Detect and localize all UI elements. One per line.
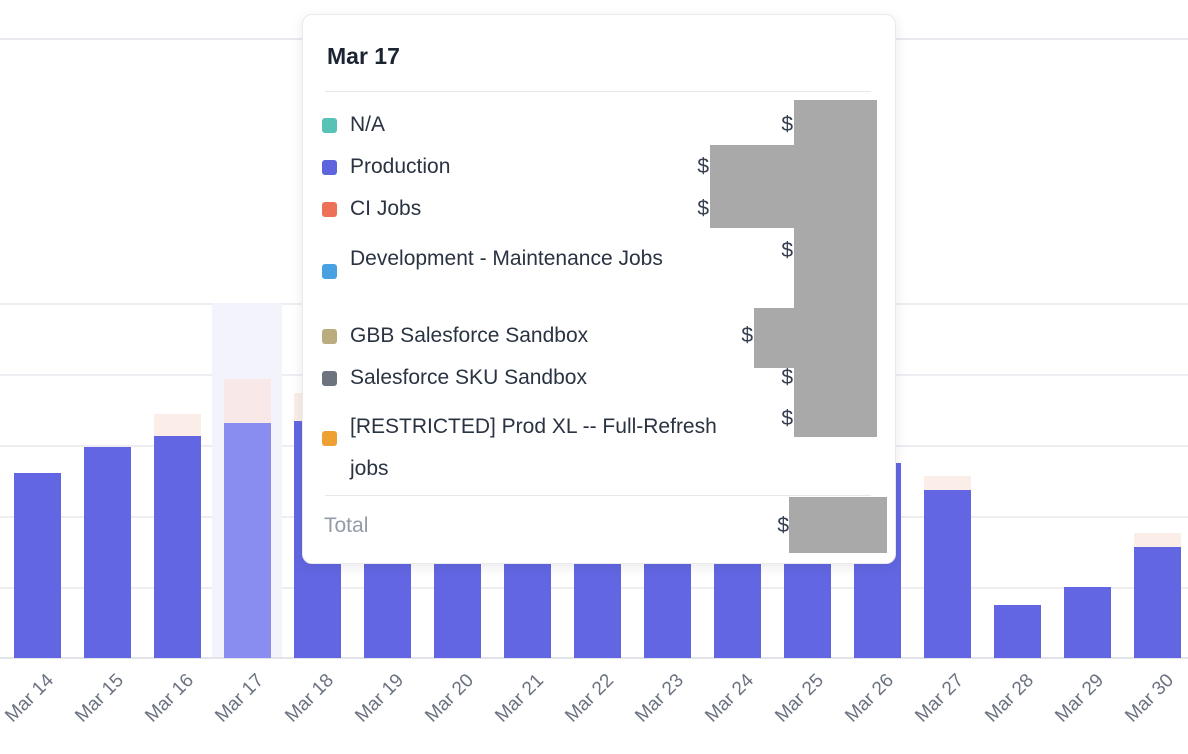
bar-segment-production[interactable] — [1134, 547, 1181, 658]
redacted-value-block — [794, 100, 877, 437]
tooltip-row-label: Development - Maintenance Jobs — [350, 238, 715, 280]
tooltip-row-label: Production — [350, 154, 450, 180]
cost-chart-card: Mar 14Mar 15Mar 16Mar 17Mar 18Mar 19Mar … — [0, 0, 1188, 754]
tooltip-row-value-prefix: $ — [741, 323, 753, 349]
bar-segment-production[interactable] — [924, 490, 971, 658]
x-axis-label: Mar 15 — [72, 670, 129, 727]
legend-swatch — [322, 431, 337, 446]
x-axis-label: Mar 23 — [632, 670, 689, 727]
legend-swatch — [322, 202, 337, 217]
x-axis-label: Mar 21 — [492, 670, 549, 727]
bar-segment-secondary[interactable] — [224, 379, 271, 423]
x-axis-label: Mar 17 — [212, 670, 269, 727]
x-axis-label: Mar 29 — [1052, 670, 1109, 727]
x-axis-label: Mar 27 — [912, 670, 969, 727]
tooltip-divider-total — [325, 495, 871, 496]
legend-swatch — [322, 371, 337, 386]
redacted-value-block — [710, 145, 794, 228]
x-axis-label: Mar 16 — [142, 670, 199, 727]
legend-swatch — [322, 329, 337, 344]
redacted-value-block — [754, 308, 794, 368]
bar-segment-production[interactable] — [84, 447, 131, 658]
bar-segment-production[interactable] — [224, 423, 271, 658]
x-axis-label: Mar 24 — [702, 670, 759, 727]
tooltip-row-label: CI Jobs — [350, 196, 421, 222]
x-axis-label: Mar 19 — [352, 670, 409, 727]
x-axis-label: Mar 22 — [562, 670, 619, 727]
legend-swatch — [322, 264, 337, 279]
x-axis-label: Mar 30 — [1122, 670, 1179, 727]
tooltip-row-label: [RESTRICTED] Prod XL -- Full-Refresh job… — [350, 406, 760, 490]
x-axis-label: Mar 26 — [842, 670, 899, 727]
legend-swatch — [322, 160, 337, 175]
legend-swatch — [322, 118, 337, 133]
bar-segment-production[interactable] — [994, 605, 1041, 658]
x-axis-label: Mar 18 — [282, 670, 339, 727]
tooltip-row-value-prefix: $ — [697, 154, 709, 180]
tooltip-total-label: Total — [324, 513, 368, 539]
bar-segment-production[interactable] — [154, 436, 201, 658]
bar-segment-secondary[interactable] — [1134, 533, 1181, 547]
bar-segment-secondary[interactable] — [154, 414, 201, 436]
tooltip-row-value-prefix: $ — [697, 196, 709, 222]
tooltip-title: Mar 17 — [327, 43, 400, 70]
tooltip-row-label: Salesforce SKU Sandbox — [350, 365, 587, 391]
bar-segment-production[interactable] — [14, 473, 61, 658]
tooltip-row-label: N/A — [350, 112, 385, 138]
tooltip-divider-top — [325, 91, 871, 92]
x-axis-label: Mar 14 — [2, 670, 59, 727]
bar-segment-secondary[interactable] — [924, 476, 971, 490]
tooltip-row-label: GBB Salesforce Sandbox — [350, 323, 588, 349]
x-axis-label: Mar 28 — [982, 670, 1039, 727]
bar-segment-production[interactable] — [1064, 587, 1111, 658]
tooltip-row-value-prefix: $ — [781, 406, 793, 432]
tooltip-row-value-prefix: $ — [781, 238, 793, 264]
tooltip-row-value-prefix: $ — [781, 365, 793, 391]
redacted-value-block — [789, 497, 887, 553]
x-axis-label: Mar 25 — [772, 670, 829, 727]
x-axis-label: Mar 20 — [422, 670, 479, 727]
tooltip-total-value-prefix: $ — [777, 513, 789, 539]
tooltip-row-value-prefix: $ — [781, 112, 793, 138]
